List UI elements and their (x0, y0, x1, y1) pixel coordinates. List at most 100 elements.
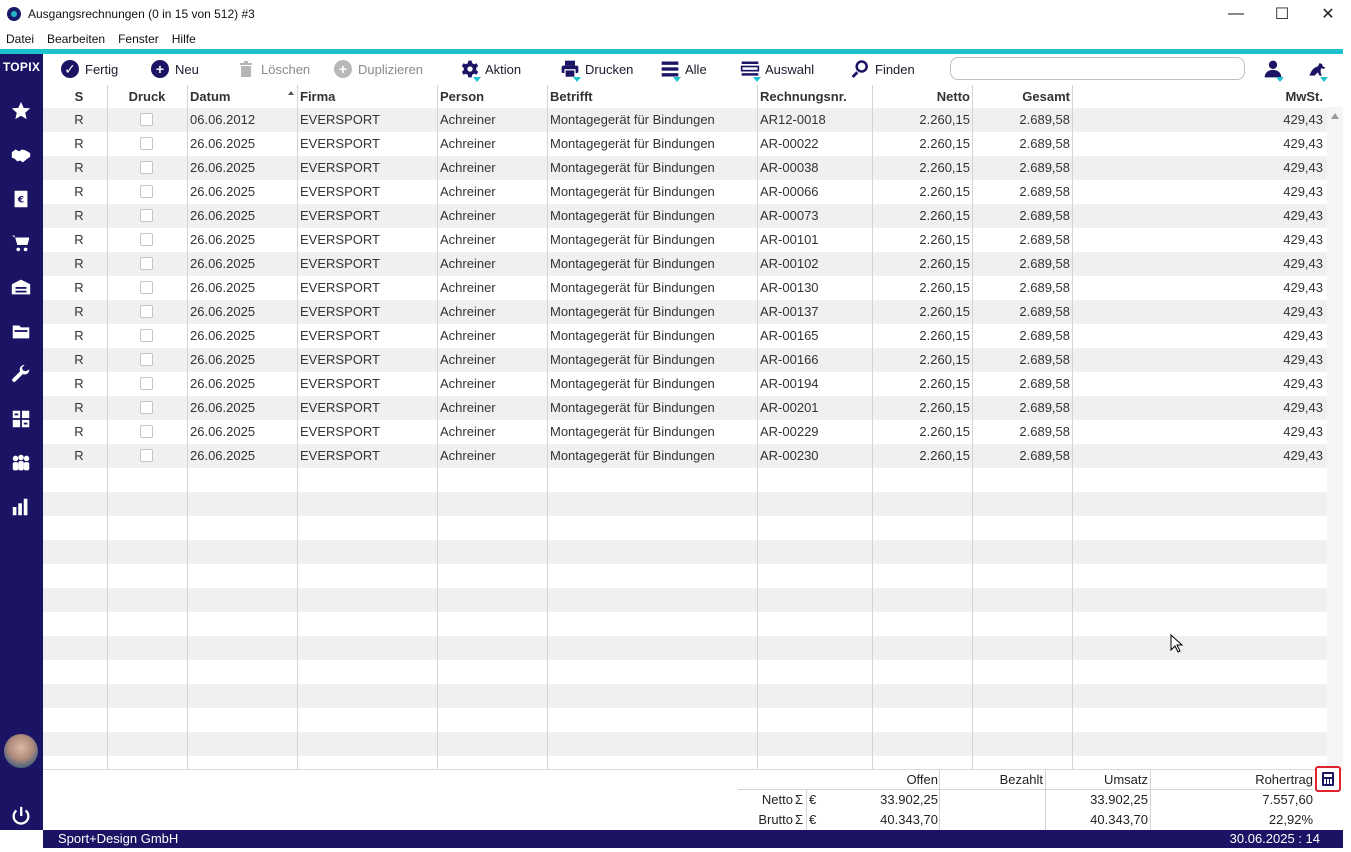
cell-netto: 2.260,15 (919, 160, 970, 175)
power-icon[interactable] (9, 804, 33, 828)
empty-table-row (43, 492, 1327, 516)
cell-datum: 06.06.2012 (190, 112, 256, 127)
window-title: Ausgangsrechnungen (0 in 15 von 512) #3 (28, 7, 255, 21)
cell-netto: 2.260,15 (919, 328, 970, 343)
people-icon[interactable] (9, 451, 33, 475)
close-button[interactable]: ✕ (1305, 0, 1351, 28)
scroll-up-icon[interactable] (1331, 113, 1339, 119)
menu-datei[interactable]: Datei (0, 32, 41, 46)
cell-firma: EVERSPORT (300, 112, 380, 127)
aktion-button[interactable]: Aktion (460, 58, 521, 82)
table-row[interactable]: R 26.06.2025 EVERSPORT Achreiner Montagegerä… (43, 132, 1327, 156)
cart-icon[interactable] (9, 231, 33, 255)
minimize-button[interactable]: — (1213, 0, 1259, 28)
chart-icon[interactable] (9, 495, 33, 519)
table-row[interactable]: R 26.06.2025 EVERSPORT Achreiner Montagegerä… (43, 348, 1327, 372)
table-row[interactable]: R 26.06.2025 EVERSPORT Achreiner Montagegerä… (43, 228, 1327, 252)
search-input[interactable] (950, 57, 1245, 80)
druck-checkbox[interactable] (140, 161, 153, 174)
col-betrifft[interactable]: Betrifft (550, 85, 750, 108)
cell-mwst: 429,43 (1283, 112, 1323, 127)
user-avatar[interactable] (4, 734, 38, 768)
kangaroo-menu-button[interactable] (1307, 58, 1332, 82)
cell-s: R (74, 376, 84, 391)
col-datum[interactable]: Datum (190, 85, 290, 108)
star-icon[interactable] (9, 99, 33, 123)
vertical-scrollbar[interactable] (1327, 107, 1343, 769)
empty-table-row (43, 732, 1327, 756)
fertig-button[interactable]: ✓ Fertig (60, 58, 118, 80)
col-mwst[interactable]: MwSt. (1075, 85, 1323, 108)
cell-betrifft: Montagegerät für Bindungen (550, 280, 715, 295)
druck-checkbox[interactable] (140, 401, 153, 414)
table-row[interactable]: R 26.06.2025 EVERSPORT Achreiner Montagegerä… (43, 252, 1327, 276)
menu-hilfe[interactable]: Hilfe (166, 32, 203, 46)
loeschen-button[interactable]: Löschen (236, 58, 310, 80)
table-row[interactable]: R 26.06.2025 EVERSPORT Achreiner Montagegerä… (43, 396, 1327, 420)
alle-button[interactable]: Alle (660, 58, 707, 82)
table-row[interactable]: R 26.06.2025 EVERSPORT Achreiner Montagegerä… (43, 324, 1327, 348)
menu-bearbeiten[interactable]: Bearbeiten (41, 32, 112, 46)
cell-gesamt: 2.689,58 (1019, 304, 1070, 319)
cell-firma: EVERSPORT (300, 136, 380, 151)
cell-netto: 2.260,15 (919, 184, 970, 199)
table-row[interactable]: R 26.06.2025 EVERSPORT Achreiner Montagegerä… (43, 180, 1327, 204)
duplizieren-button[interactable]: + Duplizieren (333, 58, 423, 80)
cell-rechnungsnr: AR-00230 (760, 448, 819, 463)
druck-checkbox[interactable] (140, 329, 153, 342)
auswahl-button[interactable]: Auswahl (740, 58, 814, 82)
empty-table-row (43, 660, 1327, 684)
druck-checkbox[interactable] (140, 233, 153, 246)
table-row[interactable]: R 26.06.2025 EVERSPORT Achreiner Montagegerä… (43, 204, 1327, 228)
col-druck[interactable]: Druck (109, 85, 185, 108)
calculator-icon[interactable] (9, 407, 33, 431)
col-gesamt[interactable]: Gesamt (975, 85, 1070, 108)
neu-button[interactable]: + Neu (150, 58, 199, 80)
window-edge (1343, 49, 1351, 852)
menu-fenster[interactable]: Fenster (112, 32, 166, 46)
col-netto[interactable]: Netto (875, 85, 970, 108)
wrench-icon[interactable] (9, 363, 33, 387)
handshake-icon[interactable] (9, 143, 33, 167)
table-row[interactable]: R 26.06.2025 EVERSPORT Achreiner Montagegerä… (43, 276, 1327, 300)
user-menu-button[interactable] (1263, 58, 1288, 82)
col-person[interactable]: Person (440, 85, 540, 108)
cell-firma: EVERSPORT (300, 448, 380, 463)
druck-checkbox[interactable] (140, 113, 153, 126)
table-row[interactable]: R 26.06.2025 EVERSPORT Achreiner Montagegerä… (43, 300, 1327, 324)
warehouse-icon[interactable] (9, 275, 33, 299)
druck-checkbox[interactable] (140, 257, 153, 270)
col-s[interactable]: S (53, 85, 105, 108)
drucken-button[interactable]: Drucken (560, 58, 633, 82)
cell-rechnungsnr: AR-00194 (760, 376, 819, 391)
druck-checkbox[interactable] (140, 185, 153, 198)
druck-checkbox[interactable] (140, 353, 153, 366)
table-row[interactable]: R 26.06.2025 EVERSPORT Achreiner Montagegerä… (43, 372, 1327, 396)
folder-icon[interactable] (9, 319, 33, 343)
cell-gesamt: 2.689,58 (1019, 400, 1070, 415)
druck-checkbox[interactable] (140, 209, 153, 222)
druck-checkbox[interactable] (140, 425, 153, 438)
table-row[interactable]: R 06.06.2012 EVERSPORT Achreiner Montagegerä… (43, 108, 1327, 132)
cell-netto: 2.260,15 (919, 136, 970, 151)
empty-table-row (43, 708, 1327, 732)
cell-gesamt: 2.689,58 (1019, 448, 1070, 463)
druck-checkbox[interactable] (140, 449, 153, 462)
table-row[interactable]: R 26.06.2025 EVERSPORT Achreiner Montagegerä… (43, 420, 1327, 444)
col-firma[interactable]: Firma (300, 85, 430, 108)
druck-checkbox[interactable] (140, 377, 153, 390)
cell-rechnungsnr: AR-00102 (760, 256, 819, 271)
finden-button[interactable]: Finden (850, 58, 915, 80)
cell-s: R (74, 352, 84, 367)
invoice-icon[interactable]: € (9, 187, 33, 211)
user-icon (1263, 59, 1284, 82)
table-row[interactable]: R 26.06.2025 EVERSPORT Achreiner Montagegerä… (43, 444, 1327, 468)
calculator-button[interactable] (1315, 766, 1341, 792)
cell-person: Achreiner (440, 112, 496, 127)
druck-checkbox[interactable] (140, 305, 153, 318)
maximize-button[interactable]: ☐ (1259, 0, 1305, 28)
druck-checkbox[interactable] (140, 281, 153, 294)
druck-checkbox[interactable] (140, 137, 153, 150)
col-rechnungsnr[interactable]: Rechnungsnr. (760, 85, 870, 108)
table-row[interactable]: R 26.06.2025 EVERSPORT Achreiner Montagegerä… (43, 156, 1327, 180)
